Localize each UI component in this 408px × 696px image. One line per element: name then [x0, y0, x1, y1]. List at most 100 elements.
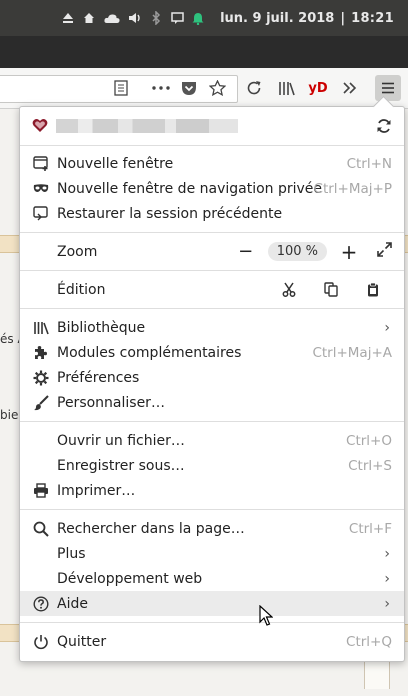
menu-item-zoom: Zoom − 100 % + [20, 239, 404, 264]
menu-item-web-developer[interactable]: Développement web › [20, 566, 404, 591]
menu-item-shortcut: Ctrl+O [346, 432, 392, 449]
pocket-icon[interactable] [179, 78, 199, 98]
fullscreen-icon[interactable] [377, 242, 392, 261]
menu-item-label: Quitter [57, 633, 107, 650]
search-icon [33, 521, 49, 537]
menu-item-label: Plus [57, 545, 86, 562]
paste-icon[interactable] [352, 282, 394, 297]
menu-item-label: Bibliothèque [57, 319, 146, 336]
menu-item-shortcut: Ctrl+Maj+P [313, 180, 392, 197]
chevron-right-icon: › [384, 570, 390, 587]
private-mask-icon [33, 181, 49, 197]
home-icon[interactable] [82, 11, 96, 25]
hamburger-menu-icon[interactable] [375, 75, 401, 101]
menu-item-label: Imprimer… [57, 482, 136, 499]
account-row[interactable] [20, 107, 404, 145]
menu-item-label: Modules complémentaires [57, 344, 242, 361]
menu-item-label: Aide [57, 595, 88, 612]
menu-item-label: Nouvelle fenêtre [57, 155, 174, 172]
library-icon [33, 320, 49, 336]
edit-label: Édition [57, 281, 106, 298]
bookmark-star-icon[interactable] [207, 78, 227, 98]
menu-item-help[interactable]: Aide › [20, 591, 404, 616]
menu-divider [20, 421, 404, 422]
notification-bell-icon[interactable] [191, 11, 205, 25]
zoom-in-button[interactable]: + [339, 240, 359, 264]
page-text-fragment: bie [0, 408, 19, 422]
chevron-right-icon: › [384, 545, 390, 562]
heart-avatar-icon [32, 118, 48, 137]
date-label[interactable]: lun. 9 juil. 2018 [220, 11, 334, 26]
menu-item-shortcut: Ctrl+Q [346, 633, 392, 650]
menu-item-print[interactable]: Imprimer… [20, 478, 404, 503]
restore-session-icon [33, 206, 49, 222]
help-icon [33, 595, 49, 612]
menu-divider [20, 509, 404, 510]
menu-divider [20, 622, 404, 623]
tab-strip [0, 36, 408, 68]
account-email-redacted [56, 119, 238, 133]
menu-item-addons[interactable]: Modules complémentaires Ctrl+Maj+A [20, 340, 404, 365]
menu-item-new-window[interactable]: Nouvelle fenêtre Ctrl+N [20, 151, 404, 176]
menu-item-edit: Édition [20, 277, 404, 302]
paintbrush-icon [33, 394, 49, 411]
eject-icon[interactable] [61, 11, 75, 25]
copy-icon[interactable] [310, 282, 352, 297]
menu-item-save-as[interactable]: Enregistrer sous… Ctrl+S [20, 453, 404, 478]
puzzle-piece-icon [33, 345, 49, 361]
menu-item-restore-session[interactable]: Restaurer la session précédente [20, 201, 404, 226]
power-icon [33, 634, 49, 650]
bluetooth-icon[interactable] [149, 11, 163, 25]
zoom-controls: − 100 % + [236, 240, 392, 264]
menu-item-label: Développement web [57, 570, 203, 587]
zoom-reset-button[interactable]: 100 % [267, 242, 327, 261]
menu-item-more[interactable]: Plus › [20, 541, 404, 566]
time-label[interactable]: 18:21 [351, 11, 394, 26]
navigation-toolbar: yD [0, 68, 408, 109]
cloud-icon[interactable] [103, 11, 121, 25]
page-actions-more-icon[interactable] [151, 78, 171, 98]
reload-icon[interactable] [244, 78, 264, 98]
menu-item-library[interactable]: Bibliothèque › [20, 315, 404, 340]
menu-item-label: Restaurer la session précédente [57, 205, 283, 222]
mouse-cursor-icon [259, 604, 274, 631]
menu-item-find-in-page[interactable]: Rechercher dans la page… Ctrl+F [20, 516, 404, 541]
date-time-separator: | [340, 10, 346, 26]
menu-item-open-file[interactable]: Ouvrir un fichier… Ctrl+O [20, 428, 404, 453]
menu-item-quit[interactable]: Quitter Ctrl+Q [20, 629, 404, 654]
menu-divider [20, 145, 404, 146]
yd-extension-icon[interactable]: yD [307, 78, 329, 98]
menu-divider [20, 232, 404, 233]
yd-extension-label: yD [308, 80, 328, 96]
zoom-label: Zoom [57, 243, 98, 260]
app-menu-panel: Nouvelle fenêtre Ctrl+N Nouvelle fenêtre… [19, 95, 405, 662]
gear-icon [33, 370, 49, 386]
zoom-out-button[interactable]: − [236, 241, 256, 262]
menu-item-shortcut: Ctrl+S [348, 457, 392, 474]
menu-item-label: Enregistrer sous… [57, 457, 185, 474]
printer-icon [33, 483, 49, 499]
menu-divider [20, 270, 404, 271]
menu-item-label: Rechercher dans la page… [57, 520, 245, 537]
reader-view-icon[interactable] [111, 78, 131, 98]
library-icon[interactable] [276, 78, 296, 98]
menu-item-private-window[interactable]: Nouvelle fenêtre de navigation privée Ct… [20, 176, 404, 201]
menu-item-preferences[interactable]: Préférences [20, 365, 404, 390]
system-top-panel: lun. 9 juil. 2018 | 18:21 [0, 0, 408, 36]
menu-item-customize[interactable]: Personnaliser… [20, 390, 404, 415]
menu-item-shortcut: Ctrl+F [348, 520, 392, 537]
menu-item-label: Préférences [57, 369, 140, 386]
menu-item-label: Personnaliser… [57, 394, 165, 411]
new-window-icon [33, 156, 49, 172]
sync-icon[interactable] [376, 118, 392, 138]
menu-item-label: Nouvelle fenêtre de navigation privée [57, 180, 323, 197]
menu-item-shortcut: Ctrl+Maj+A [312, 344, 392, 361]
volume-icon[interactable] [128, 11, 142, 25]
chevron-right-icon: › [384, 595, 390, 612]
overflow-chevron-icon[interactable] [340, 78, 360, 98]
menu-divider [20, 308, 404, 309]
chevron-right-icon: › [384, 319, 390, 336]
cut-icon[interactable] [268, 282, 310, 297]
edit-controls [268, 282, 394, 297]
message-icon[interactable] [170, 11, 184, 25]
